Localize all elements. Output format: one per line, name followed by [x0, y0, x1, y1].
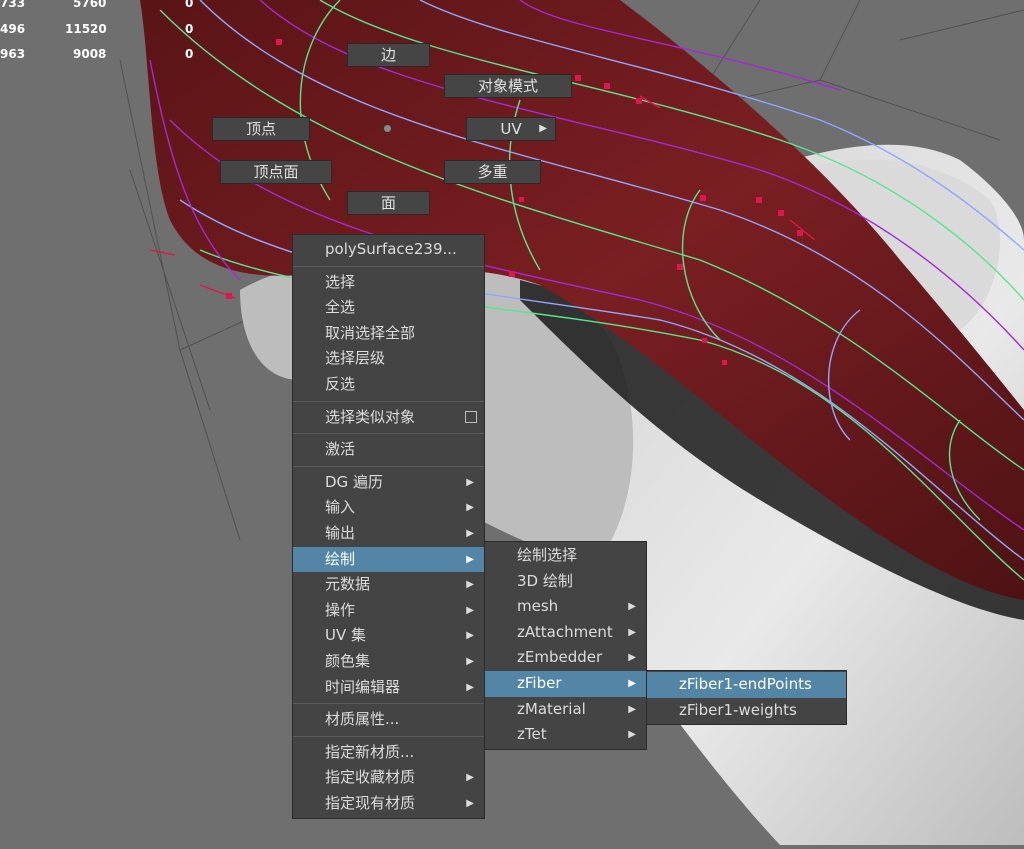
- menu-item-zfiber[interactable]: zFiber ▶: [485, 670, 646, 697]
- menu-item-zfiber-weights[interactable]: zFiber1-weights: [647, 698, 846, 724]
- mm-face-button[interactable]: 面: [347, 191, 430, 215]
- chevron-right-icon: ▶: [466, 604, 474, 616]
- menu-item-paint[interactable]: 绘制 ▶: [293, 546, 484, 573]
- chevron-right-icon: ▶: [466, 681, 474, 693]
- mm-multi-button[interactable]: 多重: [444, 160, 541, 184]
- menu-item-assign-fav-material[interactable]: 指定收藏材质 ▶: [293, 765, 484, 791]
- menu-item-label: 输入: [325, 498, 356, 517]
- menu-item-label: 输出: [325, 523, 356, 542]
- menu-item-select-all[interactable]: 全选: [293, 295, 484, 321]
- menu-item-invert[interactable]: 反选: [293, 372, 484, 398]
- chevron-right-icon: ▶: [466, 797, 474, 809]
- hud-value: 9008: [73, 47, 107, 61]
- menu-item-zembedder[interactable]: zEmbedder ▶: [485, 645, 646, 671]
- menu-item-label: 时间编辑器: [325, 677, 401, 696]
- hud-value: 963: [0, 47, 26, 61]
- menu-item-3d-paint[interactable]: 3D 绘制: [485, 569, 646, 595]
- mm-vertex-button[interactable]: 顶点: [212, 117, 310, 141]
- menu-item-object-name[interactable]: polySurface239...: [293, 237, 484, 263]
- chevron-right-icon: ▶: [466, 476, 474, 488]
- menu-item-label: 指定收藏材质: [325, 768, 416, 787]
- chevron-right-icon: ▶: [466, 527, 474, 539]
- chevron-right-icon: ▶: [628, 626, 636, 638]
- menu-separator: [293, 265, 484, 267]
- mm-object-mode-button[interactable]: 对象模式: [444, 74, 572, 98]
- marking-menu-center-dot: [383, 124, 392, 133]
- hud-value: 0: [185, 22, 194, 36]
- menu-item-deselect-all[interactable]: 取消选择全部: [293, 321, 484, 347]
- hud-value: 11520: [65, 22, 107, 36]
- menu-item-label: zMaterial: [517, 699, 586, 718]
- menu-item-time-editor[interactable]: 时间编辑器 ▶: [293, 675, 484, 701]
- mm-uv-label: UV: [500, 120, 522, 138]
- chevron-right-icon: ▶: [466, 630, 474, 642]
- mm-edge-button[interactable]: 边: [347, 43, 430, 67]
- hud-value: 496: [0, 22, 26, 36]
- menu-item-color-sets[interactable]: 颜色集 ▶: [293, 649, 484, 675]
- menu-item-metadata[interactable]: 元数据 ▶: [293, 572, 484, 598]
- menu-item-label: 操作: [325, 600, 356, 619]
- hud-value: 0: [185, 0, 194, 10]
- menu-item-label: 选择类似对象: [325, 407, 416, 426]
- menu-item-mesh[interactable]: mesh ▶: [485, 594, 646, 620]
- chevron-right-icon: ▶: [628, 652, 636, 664]
- hud-value: 0: [185, 47, 194, 61]
- menu-item-label: 指定现有材质: [325, 793, 416, 812]
- menu-item-select-hierarchy[interactable]: 选择层级: [293, 346, 484, 372]
- menu-item-ztet[interactable]: zTet ▶: [485, 722, 646, 748]
- context-menu: polySurface239... 选择 全选 取消选择全部 选择层级 反选 选…: [292, 234, 485, 820]
- hud-value: 5760: [73, 0, 107, 10]
- menu-item-activate[interactable]: 激活: [293, 437, 484, 463]
- menu-item-zattachment[interactable]: zAttachment ▶: [485, 620, 646, 646]
- menu-separator: [293, 400, 484, 402]
- menu-item-material-attrs[interactable]: 材质属性...: [293, 707, 484, 733]
- menu-item-output[interactable]: 输出 ▶: [293, 521, 484, 547]
- menu-item-input[interactable]: 输入 ▶: [293, 495, 484, 521]
- menu-item-label: zFiber: [517, 673, 562, 692]
- menu-item-assign-existing-material[interactable]: 指定现有材质 ▶: [293, 791, 484, 817]
- chevron-right-icon: ▶: [628, 601, 636, 613]
- menu-item-label: zAttachment: [517, 622, 613, 641]
- menu-item-zfiber-endpoints[interactable]: zFiber1-endPoints: [647, 672, 846, 698]
- menu-item-paint-select[interactable]: 绘制选择: [485, 543, 646, 569]
- menu-item-label: DG 遍历: [325, 472, 383, 491]
- option-box-icon[interactable]: [465, 410, 477, 423]
- zfiber-submenu: zFiber1-endPoints zFiber1-weights: [646, 670, 847, 726]
- menu-item-label: zEmbedder: [517, 648, 603, 667]
- menu-separator: [293, 735, 484, 737]
- menu-separator: [293, 433, 484, 435]
- chevron-right-icon: ▶: [466, 553, 474, 565]
- menu-item-label: mesh: [517, 597, 559, 616]
- menu-item-assign-new-material[interactable]: 指定新材质...: [293, 740, 484, 766]
- menu-item-select-similar[interactable]: 选择类似对象: [293, 405, 484, 431]
- chevron-right-icon: ▶: [539, 123, 547, 134]
- mm-vertex-face-button[interactable]: 顶点面: [220, 160, 332, 184]
- hud-value: 733: [0, 0, 26, 10]
- chevron-right-icon: ▶: [466, 502, 474, 514]
- menu-item-label: 绘制: [325, 549, 356, 568]
- menu-item-zmaterial[interactable]: zMaterial ▶: [485, 697, 646, 723]
- mm-uv-button[interactable]: UV ▶: [466, 117, 556, 141]
- menu-separator: [293, 465, 484, 467]
- chevron-right-icon: ▶: [628, 677, 636, 689]
- chevron-right-icon: ▶: [466, 655, 474, 667]
- chevron-right-icon: ▶: [466, 579, 474, 591]
- menu-item-label: 元数据: [325, 575, 371, 594]
- chevron-right-icon: ▶: [628, 703, 636, 715]
- menu-item-dg-traverse[interactable]: DG 遍历 ▶: [293, 470, 484, 496]
- menu-item-label: UV 集: [325, 626, 367, 645]
- menu-item-select[interactable]: 选择: [293, 270, 484, 296]
- paint-submenu: 绘制选择 3D 绘制 mesh ▶ zAttachment ▶ zEmbedde…: [484, 541, 647, 750]
- menu-item-label: 颜色集: [325, 651, 371, 670]
- menu-item-label: zTet: [517, 725, 547, 744]
- menu-item-uv-sets[interactable]: UV 集 ▶: [293, 623, 484, 649]
- menu-item-actions[interactable]: 操作 ▶: [293, 598, 484, 624]
- chevron-right-icon: ▶: [628, 729, 636, 741]
- chevron-right-icon: ▶: [466, 772, 474, 784]
- menu-separator: [293, 703, 484, 705]
